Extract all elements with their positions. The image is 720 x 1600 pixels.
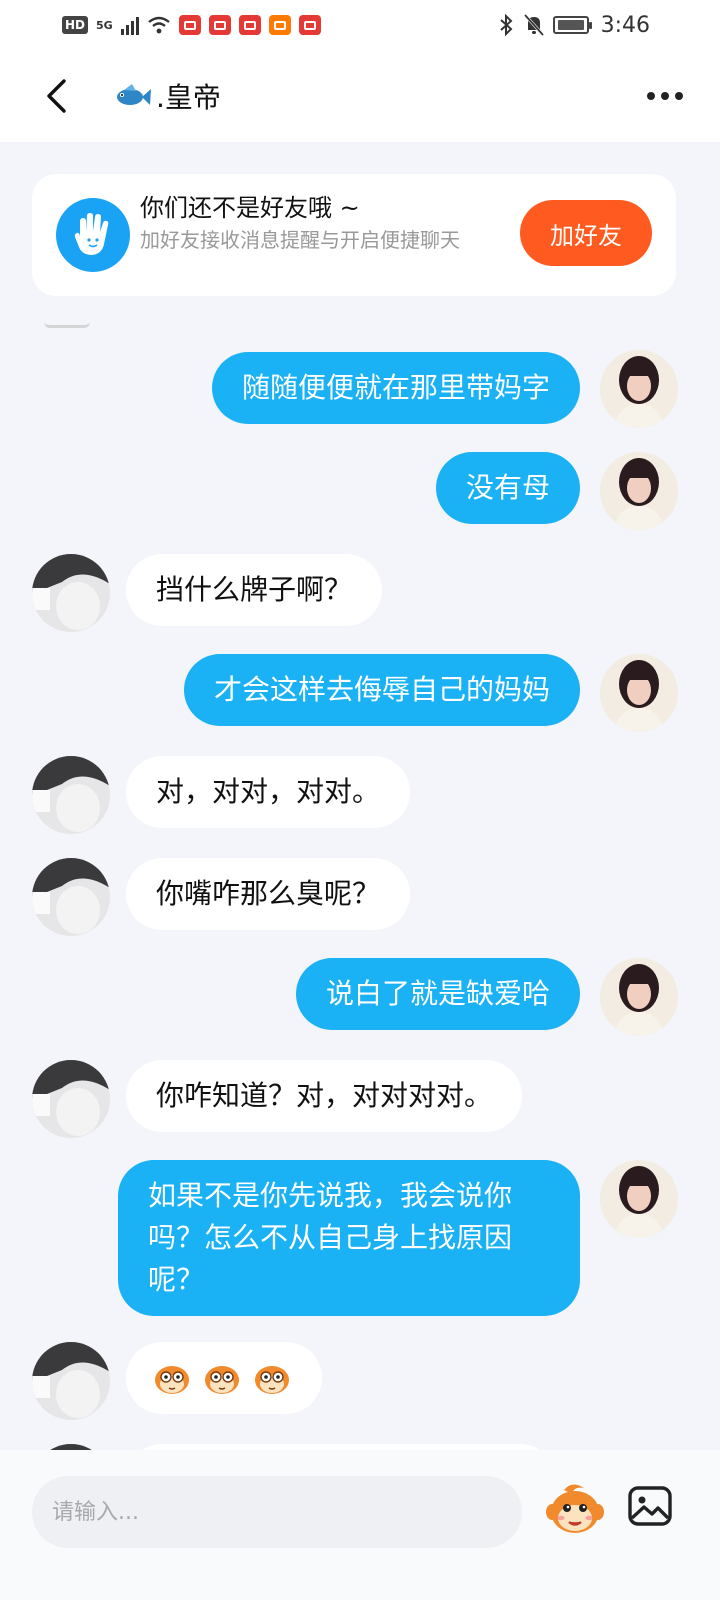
- emoji-button[interactable]: [544, 1478, 606, 1540]
- contact-avatar[interactable]: [32, 554, 110, 632]
- banner-subtitle: 加好友接收消息提醒与开启便捷聊天: [140, 228, 460, 252]
- wifi-icon: [147, 16, 170, 34]
- add-friend-banner: 你们还不是好友哦 ~ 加好友接收消息提醒与开启便捷聊天 加好友: [32, 174, 676, 296]
- dot-icon: [675, 92, 683, 100]
- status-right: 3:46: [497, 13, 650, 38]
- app-notification-icon: [238, 15, 261, 35]
- hd-icon: HD: [62, 16, 89, 34]
- chevron-left-icon: [47, 79, 66, 113]
- fish-emoji-icon: [117, 84, 151, 105]
- my-avatar[interactable]: [600, 654, 678, 732]
- message-input[interactable]: [32, 1476, 522, 1548]
- app-notification-icon: [298, 15, 321, 35]
- app-notification-icon: [178, 15, 201, 35]
- image-button[interactable]: [626, 1482, 674, 1530]
- signal-icon: [120, 15, 139, 35]
- my-avatar[interactable]: [600, 452, 678, 530]
- monkey-emoji-icon: [255, 1366, 289, 1394]
- message-bubble[interactable]: 挡什么牌子啊？: [126, 554, 383, 626]
- monkey-emoji-icon: [205, 1366, 239, 1394]
- my-avatar[interactable]: [600, 1160, 678, 1238]
- monkey-face-icon: [546, 1484, 604, 1533]
- message-bubble[interactable]: 才会这样去侮辱自己的妈妈: [183, 654, 580, 726]
- my-avatar[interactable]: [600, 350, 678, 428]
- image-icon: [628, 1486, 672, 1526]
- message-bubble[interactable]: 对，对对，对对。: [126, 756, 411, 828]
- bluetooth-icon: [499, 13, 513, 37]
- more-options-button[interactable]: [640, 78, 690, 114]
- monkey-emoji-icon: [155, 1366, 189, 1394]
- app-notification-icon: [268, 15, 291, 35]
- chat-title-area[interactable]: .皇帝: [112, 76, 221, 116]
- add-friend-button[interactable]: 加好友: [520, 200, 652, 266]
- battery-icon: [552, 16, 592, 34]
- network-type: 5G: [96, 18, 113, 32]
- clock: 3:46: [600, 12, 650, 38]
- message-list[interactable]: 随随便便就在那里带妈字 没有母 挡什么牌子啊？ 才会这样去侮辱自己的妈妈 对，对…: [0, 300, 720, 1450]
- contact-avatar[interactable]: [32, 858, 110, 936]
- hand-wave-icon: [56, 198, 130, 272]
- app-notification-icon: [208, 15, 231, 35]
- dot-icon: [647, 92, 655, 100]
- contact-avatar[interactable]: [32, 756, 110, 834]
- back-button[interactable]: [36, 74, 76, 118]
- message-bubble[interactable]: 没有母: [435, 452, 580, 524]
- emoji-message-bubble[interactable]: [126, 1342, 322, 1414]
- status-bar: HD 5G 3:46: [0, 0, 720, 50]
- input-bar: [0, 1450, 720, 1600]
- message-bubble[interactable]: 如果不是你先说我，我会说你吗？怎么不从自己身上找原因呢？: [118, 1160, 580, 1316]
- banner-title: 你们还不是好友哦 ~: [140, 194, 360, 222]
- my-avatar[interactable]: [600, 958, 678, 1036]
- message-bubble[interactable]: 你嘴咋那么臭呢？: [126, 858, 411, 930]
- message-bubble[interactable]: 随随便便就在那里带妈字: [211, 352, 580, 424]
- message-bubble[interactable]: 说白了就是缺爱哈: [295, 958, 580, 1030]
- chat-title: .皇帝: [156, 81, 221, 114]
- contact-avatar[interactable]: [32, 1060, 110, 1138]
- chat-header: .皇帝: [0, 50, 720, 142]
- contact-avatar[interactable]: [32, 1342, 110, 1420]
- dot-icon: [661, 92, 669, 100]
- message-bubble[interactable]: 你咋知道？对，对对对对。: [126, 1060, 523, 1132]
- status-left: HD 5G: [62, 15, 321, 35]
- mute-bell-icon: [523, 13, 544, 37]
